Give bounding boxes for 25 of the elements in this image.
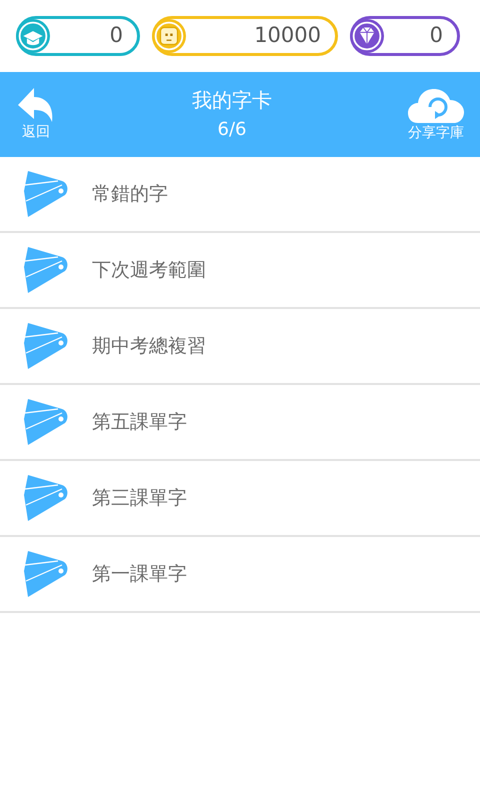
deck-row[interactable]: 第一課單字: [0, 537, 480, 613]
deck-row[interactable]: 第三課單字: [0, 461, 480, 537]
counter-value: 10000: [254, 22, 321, 50]
tag-icon: [24, 399, 68, 445]
deck-name: 常錯的字: [92, 182, 168, 207]
tag-icon: [24, 247, 68, 293]
deck-name: 期中考總複習: [92, 334, 206, 359]
tag-icon: [24, 551, 68, 597]
deck-row[interactable]: 常錯的字: [0, 157, 480, 233]
deck-row[interactable]: 期中考總複習: [0, 309, 480, 385]
deck-name: 第一課單字: [92, 562, 187, 587]
deck-row[interactable]: 第五課單字: [0, 385, 480, 461]
tag-icon: [24, 323, 68, 369]
tag-icon: [24, 171, 68, 217]
deck-name: 下次週考範圍: [92, 258, 206, 283]
counter-value: 0: [110, 22, 123, 50]
counter-value: 0: [430, 22, 443, 50]
tag-icon: [24, 475, 68, 521]
cloud-sync-icon: [408, 86, 464, 123]
deck-name: 第三課單字: [92, 486, 187, 511]
back-icon: [18, 88, 54, 122]
deck-row[interactable]: 下次週考範圍: [0, 233, 480, 309]
deck-name: 第五課單字: [92, 410, 187, 435]
deck-count: 6/6: [218, 118, 246, 142]
page-title: 我的字卡: [192, 88, 272, 113]
